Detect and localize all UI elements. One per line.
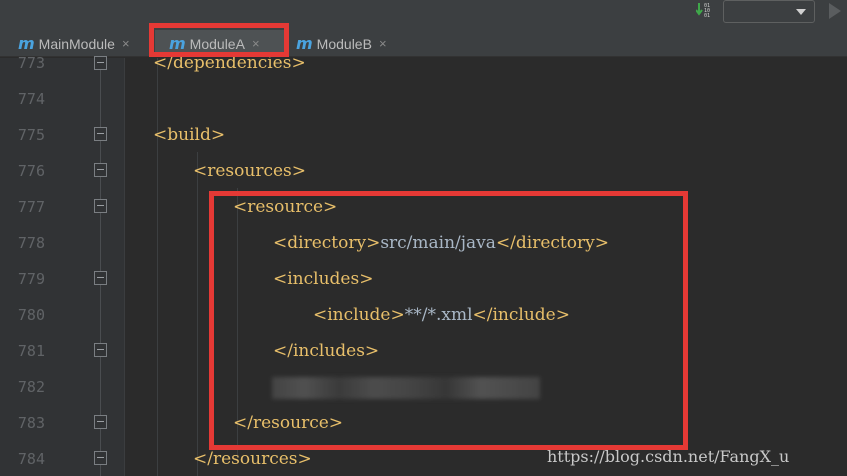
line-number: 774 xyxy=(17,90,45,108)
fold-toggle-icon[interactable] xyxy=(94,163,107,177)
fold-toggle-icon[interactable] xyxy=(94,56,107,70)
line-number: 775 xyxy=(17,126,45,144)
line-number: 783 xyxy=(17,414,45,432)
watermark: https://blog.csdn.net/FangX_u xyxy=(547,447,790,466)
tab-moduleb[interactable]: m ModuleB × xyxy=(291,30,411,57)
run-configuration-dropdown[interactable] xyxy=(723,0,815,23)
code-line: <resources> xyxy=(193,153,306,189)
xml-tag: <build> xyxy=(153,125,226,145)
tab-label: MainModule xyxy=(38,35,115,52)
main-toolbar: 01 10 01 xyxy=(0,0,847,30)
tab-label: ModuleB xyxy=(316,35,372,52)
line-number: 773 xyxy=(17,54,45,72)
fold-toggle-icon[interactable] xyxy=(94,343,107,357)
highlight-box-code xyxy=(209,191,688,450)
line-number: 780 xyxy=(17,306,45,324)
code-line: <build> xyxy=(153,117,225,153)
editor-tab-bar: m MainModule × m ModuleA × m ModuleB × xyxy=(0,30,847,57)
xml-tag: </resources> xyxy=(193,449,312,469)
chevron-down-icon xyxy=(796,9,806,15)
fold-toggle-icon[interactable] xyxy=(94,199,107,213)
highlight-box-tab xyxy=(149,23,289,57)
svg-text:01: 01 xyxy=(704,13,710,18)
fold-toggle-icon[interactable] xyxy=(94,271,107,285)
ide-window: 01 10 01 m MainModule × m ModuleA × m Mo… xyxy=(0,0,847,476)
line-number: 776 xyxy=(17,162,45,180)
fold-guide-line xyxy=(100,58,101,476)
fold-toggle-icon[interactable] xyxy=(94,415,107,429)
line-number: 778 xyxy=(17,234,45,252)
line-number: 777 xyxy=(17,198,45,216)
xml-tag: <resources> xyxy=(193,161,307,181)
fold-toggle-icon[interactable] xyxy=(94,451,107,465)
line-number: 784 xyxy=(17,450,45,468)
close-icon[interactable]: × xyxy=(379,36,387,51)
indent-guide xyxy=(197,152,198,476)
play-icon[interactable] xyxy=(829,3,841,19)
git-update-icon[interactable]: 01 10 01 xyxy=(696,2,710,18)
fold-toggle-icon[interactable] xyxy=(94,127,107,141)
close-icon[interactable]: × xyxy=(122,36,130,51)
line-number: 782 xyxy=(17,378,45,396)
line-number: 779 xyxy=(17,270,45,288)
line-number: 781 xyxy=(17,342,45,360)
